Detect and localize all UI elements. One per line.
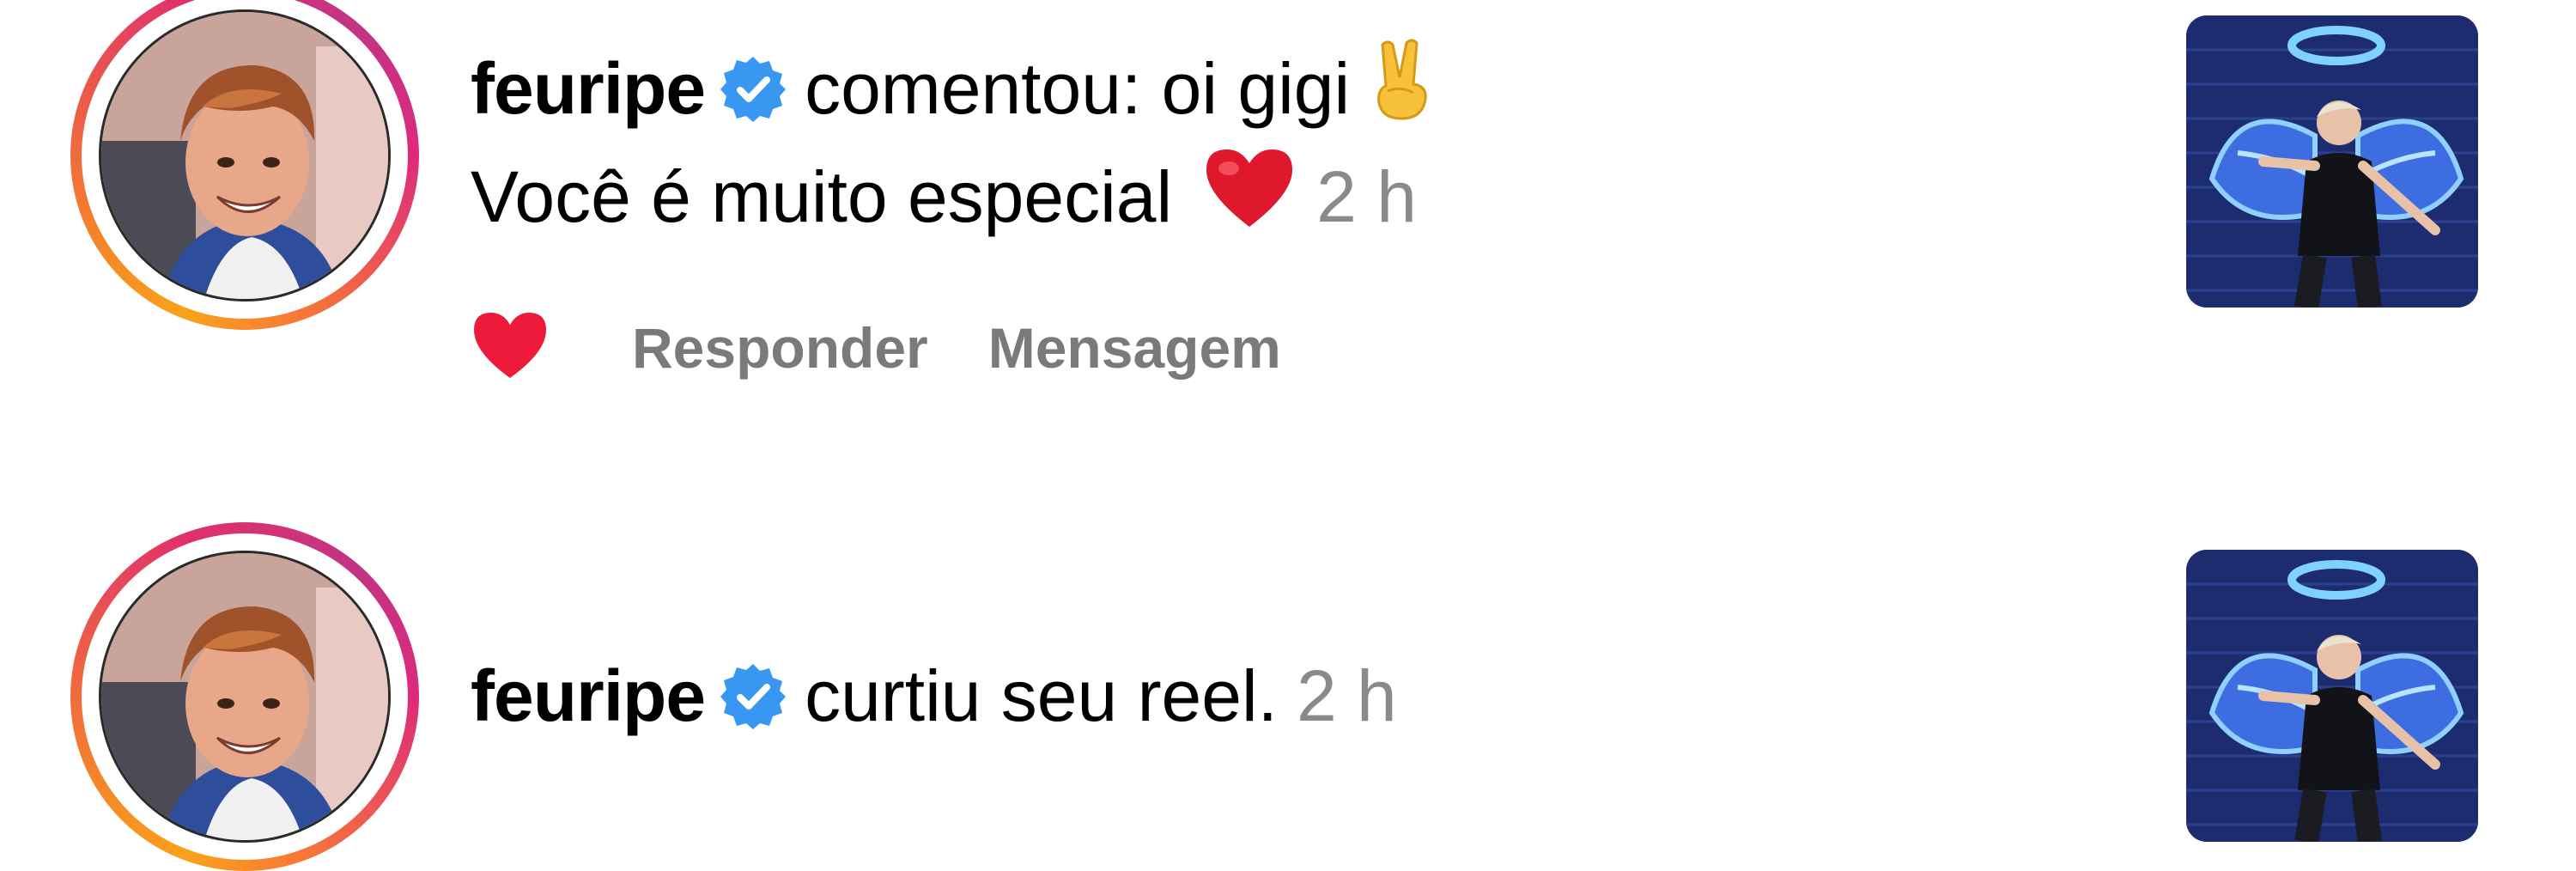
reply-button[interactable]: Responder — [632, 309, 928, 387]
username[interactable]: feuripe — [471, 655, 706, 736]
avatar-photo — [101, 12, 388, 299]
avatar-gap — [82, 0, 408, 319]
notification-text-line2: Você é muito especial 2 h — [471, 144, 1417, 237]
reel-thumbnail[interactable] — [2186, 15, 2478, 308]
username[interactable]: feuripe — [471, 48, 706, 129]
notification-item-like[interactable]: feuripe curtiu seu reel. 2 h — [0, 515, 2576, 871]
avatar-photo — [101, 553, 388, 840]
notification-text-line1: feuripe curtiu seu reel. 2 h — [471, 653, 1397, 739]
avatar[interactable] — [99, 551, 391, 843]
action-text: curtiu seu reel. — [805, 655, 1278, 736]
reel-thumbnail-image — [2186, 15, 2478, 308]
verified-badge-icon — [717, 53, 789, 125]
notification-text-line1: feuripe comentou: oi gigi — [471, 36, 1436, 129]
comment-actions: Responder Mensagem — [471, 309, 1341, 387]
reel-thumbnail[interactable] — [2186, 550, 2478, 842]
story-ring[interactable] — [70, 522, 419, 871]
avatar[interactable] — [99, 9, 391, 302]
notification-item-comment[interactable]: feuripe comentou: oi gigi Você é muito es… — [0, 0, 2576, 481]
verified-badge-icon — [717, 661, 789, 733]
reel-thumbnail-image — [2186, 550, 2478, 842]
timestamp: 2 h — [1316, 156, 1417, 237]
red-heart-icon — [1201, 144, 1297, 248]
avatar-gap — [82, 533, 408, 860]
like-heart-icon[interactable] — [471, 309, 550, 380]
action-text: comentou: oi gigi — [805, 48, 1351, 129]
story-ring[interactable] — [70, 0, 419, 330]
message-button[interactable]: Mensagem — [988, 309, 1281, 387]
comment-text: Você é muito especial — [471, 156, 1173, 237]
timestamp: 2 h — [1296, 655, 1397, 736]
victory-hand-icon — [1367, 36, 1436, 140]
